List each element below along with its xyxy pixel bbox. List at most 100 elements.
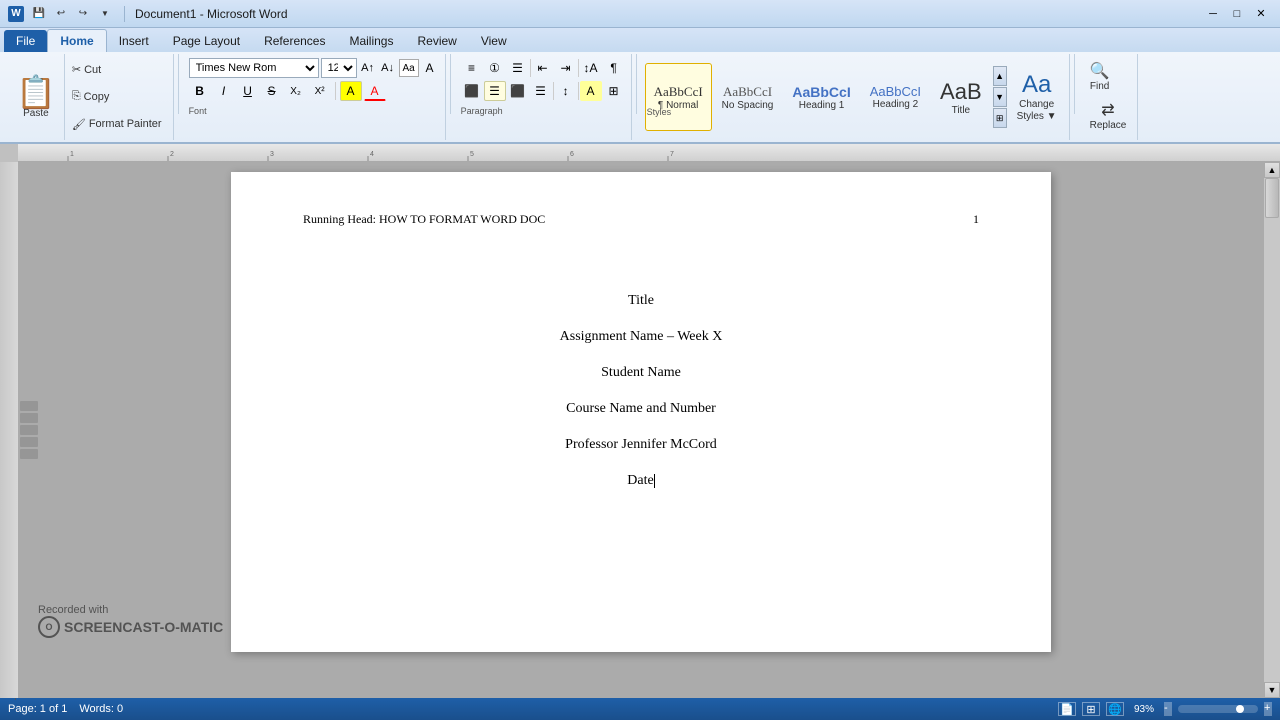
copy-button[interactable]: ⎘ Copy — [69, 89, 165, 104]
line-spacing-button[interactable]: ↕ — [555, 81, 577, 101]
view-web-button[interactable]: 🌐 — [1106, 702, 1124, 716]
ribbon-tabs: File Home Insert Page Layout References … — [0, 28, 1280, 52]
sort-button[interactable]: ↕A — [580, 58, 602, 78]
tab-view[interactable]: View — [469, 30, 519, 52]
more-button[interactable]: ▼ — [96, 5, 114, 23]
borders-button[interactable]: ⊞ — [603, 81, 625, 101]
minimize-button[interactable]: ─ — [1202, 5, 1224, 23]
zoom-in-button[interactable]: + — [1264, 702, 1272, 716]
doc-line-title: Title — [628, 287, 654, 315]
replace-button[interactable]: ⇄ Replace — [1085, 97, 1132, 134]
cut-button[interactable]: ✂ Cut — [69, 62, 165, 77]
view-full-button[interactable]: ⊞ — [1082, 702, 1100, 716]
watermark-circle: O — [38, 616, 60, 638]
ruler-marks: 1 2 3 4 5 6 7 — [18, 144, 1280, 162]
doc-line-professor: Professor Jennifer McCord — [565, 431, 717, 459]
italic-button[interactable]: I — [213, 81, 235, 101]
align-right-button[interactable]: ⬛ — [507, 81, 529, 101]
font-name-select[interactable]: Times New Rom — [189, 58, 319, 78]
multilevel-button[interactable]: ☰ — [507, 58, 529, 78]
format-painter-button[interactable]: 🖌 Format Painter — [69, 117, 165, 132]
text-effects-button[interactable]: A — [421, 59, 439, 77]
styles-group: AaBbCcI ¶ Normal AaBbCcI No Spacing AaBb… — [641, 54, 1070, 140]
save-button[interactable]: 💾 — [30, 5, 48, 23]
clipboard-group: 📋 Paste ✂ Cut ⎘ Copy 🖌 Format Painter Cl… — [4, 54, 174, 140]
scroll-thumb[interactable] — [1265, 178, 1279, 218]
style-title[interactable]: AaB Title — [931, 63, 991, 131]
status-bar: Page: 1 of 1 Words: 0 📄 ⊞ 🌐 93% - + — [0, 698, 1280, 720]
svg-text:1: 1 — [70, 151, 74, 158]
font-row-1: Times New Rom 12 A↑ A↓ Aa A — [189, 58, 439, 78]
document-page[interactable]: Running Head: HOW TO FORMAT WORD DOC 1 T… — [231, 172, 1051, 652]
styles-scroll-down[interactable]: ▼ — [993, 87, 1007, 107]
scroll-track — [1264, 178, 1280, 682]
font-size-select[interactable]: 12 — [321, 58, 357, 78]
bullets-button[interactable]: ≡ — [461, 58, 483, 78]
tab-mailings[interactable]: Mailings — [337, 30, 405, 52]
font-color-button[interactable]: A — [364, 81, 386, 101]
word-count: Words: 0 — [79, 703, 123, 715]
horizontal-ruler: 1 2 3 4 5 6 7 — [18, 144, 1280, 162]
divider-4 — [1074, 54, 1075, 114]
main-column: 1 2 3 4 5 6 7 — [18, 144, 1280, 698]
font-divider — [335, 82, 336, 100]
watermark-logo: O SCREENCAST-O-MATIC — [38, 616, 223, 638]
maximize-button[interactable]: □ — [1226, 5, 1248, 23]
para-divider-2 — [578, 59, 579, 77]
highlight-button[interactable]: A — [340, 81, 362, 101]
find-icon: 🔍 — [1090, 61, 1110, 81]
shrink-font-button[interactable]: A↓ — [379, 59, 397, 77]
replace-icon: ⇄ — [1101, 100, 1114, 120]
grow-font-button[interactable]: A↑ — [359, 59, 377, 77]
strikethrough-button[interactable]: S — [261, 81, 283, 101]
subscript-button[interactable]: X₂ — [285, 81, 307, 101]
styles-more[interactable]: ⊞ — [993, 108, 1007, 128]
zoom-out-button[interactable]: - — [1164, 702, 1172, 716]
increase-indent-button[interactable]: ⇥ — [555, 58, 577, 78]
align-left-button[interactable]: ⬛ — [461, 81, 483, 101]
scroll-down-button[interactable]: ▼ — [1264, 682, 1280, 698]
watermark: Recorded with O SCREENCAST-O-MATIC — [38, 604, 223, 638]
tab-review[interactable]: Review — [405, 30, 468, 52]
cut-icon: ✂ — [72, 63, 81, 76]
running-head: Running Head: HOW TO FORMAT WORD DOC — [303, 212, 545, 227]
style-heading2[interactable]: AaBbCcI Heading 2 — [861, 63, 930, 131]
watermark-text: Recorded with — [38, 604, 223, 616]
view-print-button[interactable]: 📄 — [1058, 702, 1076, 716]
underline-button[interactable]: U — [237, 81, 259, 101]
tab-pagelayout[interactable]: Page Layout — [161, 30, 252, 52]
zoom-slider[interactable] — [1178, 705, 1258, 713]
style-normal[interactable]: AaBbCcI ¶ Normal — [645, 63, 712, 131]
svg-text:4: 4 — [370, 151, 374, 158]
page-header: Running Head: HOW TO FORMAT WORD DOC 1 — [303, 212, 979, 227]
tab-insert[interactable]: Insert — [107, 30, 161, 52]
page-number: 1 — [973, 212, 979, 227]
style-title-label: Title — [952, 105, 971, 116]
thumb-4 — [20, 437, 38, 447]
styles-scroll-up[interactable]: ▲ — [993, 66, 1007, 86]
style-heading1[interactable]: AaBbCcI Heading 1 — [783, 63, 859, 131]
paste-button[interactable]: 📋 Paste — [8, 54, 65, 140]
align-center-button[interactable]: ☰ — [484, 81, 506, 101]
bold-button[interactable]: B — [189, 81, 211, 101]
undo-button[interactable]: ↩ — [52, 5, 70, 23]
page-content: Title Assignment Name – Week X Student N… — [303, 287, 979, 495]
redo-button[interactable]: ↪ — [74, 5, 92, 23]
numbering-button[interactable]: ① — [484, 58, 506, 78]
shading-button[interactable]: A — [580, 81, 602, 101]
superscript-button[interactable]: X² — [309, 81, 331, 101]
close-button[interactable]: ✕ — [1250, 5, 1272, 23]
vertical-scrollbar[interactable]: ▲ ▼ — [1264, 162, 1280, 698]
clear-format-button[interactable]: Aa — [399, 59, 419, 77]
tab-file[interactable]: File — [4, 30, 47, 52]
decrease-indent-button[interactable]: ⇤ — [532, 58, 554, 78]
scroll-up-button[interactable]: ▲ — [1264, 162, 1280, 178]
find-button[interactable]: 🔍 Find — [1085, 58, 1115, 95]
tab-references[interactable]: References — [252, 30, 337, 52]
tab-home[interactable]: Home — [47, 29, 106, 52]
justify-button[interactable]: ☰ — [530, 81, 552, 101]
show-hide-button[interactable]: ¶ — [603, 58, 625, 78]
ribbon: 📋 Paste ✂ Cut ⎘ Copy 🖌 Format Painter Cl… — [0, 52, 1280, 144]
change-styles-button[interactable]: Aа ChangeStyles ▼ — [1009, 67, 1065, 127]
style-no-spacing[interactable]: AaBbCcI No Spacing — [713, 63, 783, 131]
